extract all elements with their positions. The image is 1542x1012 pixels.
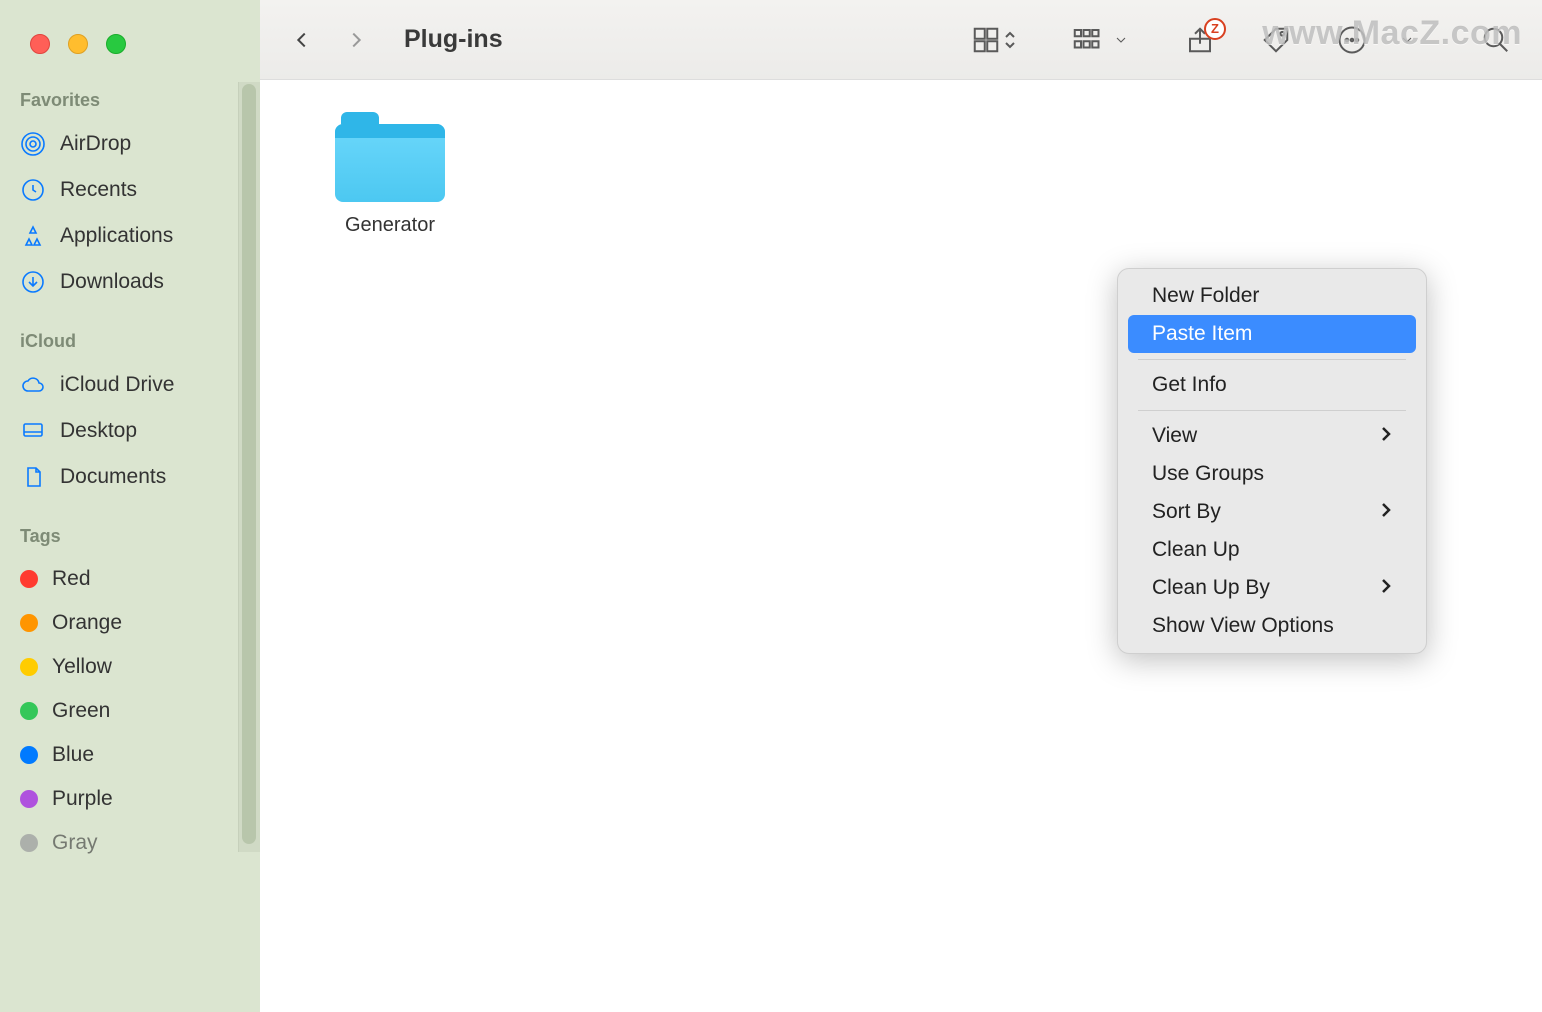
menu-new-folder[interactable]: New Folder	[1128, 277, 1416, 315]
sidebar-section-tags-header: Tags	[0, 500, 260, 557]
sidebar-item-airdrop[interactable]: AirDrop	[0, 121, 260, 167]
group-icon	[1064, 20, 1108, 60]
sidebar-item-downloads[interactable]: Downloads	[0, 259, 260, 305]
tag-dot-icon	[20, 746, 38, 764]
menu-item-label: View	[1152, 424, 1197, 448]
sidebar-tag-yellow[interactable]: Yellow	[0, 645, 260, 689]
chevron-right-icon	[1380, 576, 1392, 600]
tag-dot-icon	[20, 658, 38, 676]
sidebar-tag-red[interactable]: Red	[0, 557, 260, 601]
menu-use-groups[interactable]: Use Groups	[1128, 455, 1416, 493]
desktop-icon	[20, 418, 46, 444]
airdrop-icon	[20, 131, 46, 157]
sidebar-section-favorites-header: Favorites	[0, 84, 260, 121]
sidebar-item-label: Orange	[52, 611, 122, 635]
grid-view-icon	[964, 20, 1008, 60]
chevron-down-icon	[1398, 20, 1416, 60]
menu-item-label: Show View Options	[1152, 614, 1334, 638]
view-mode-icon-grid[interactable]	[964, 20, 1016, 60]
sidebar-item-applications[interactable]: Applications	[0, 213, 260, 259]
menu-item-label: Clean Up	[1152, 538, 1240, 562]
context-menu: New Folder Paste Item Get Info View Use …	[1117, 268, 1427, 654]
sidebar-item-label: Applications	[60, 224, 173, 248]
menu-sort-by[interactable]: Sort By	[1128, 493, 1416, 531]
sidebar-item-label: Blue	[52, 743, 94, 767]
sidebar-item-label: Red	[52, 567, 91, 591]
sidebar-item-label: Downloads	[60, 270, 164, 294]
forward-button[interactable]	[338, 20, 374, 60]
menu-item-label: Sort By	[1152, 500, 1221, 524]
sidebar-scrollbar[interactable]	[238, 82, 260, 852]
sidebar-item-label: Documents	[60, 465, 166, 489]
downloads-icon	[20, 269, 46, 295]
chevron-down-icon	[1112, 20, 1130, 60]
menu-separator	[1138, 410, 1406, 411]
sidebar-item-documents[interactable]: Documents	[0, 454, 260, 500]
sidebar-scroll-thumb[interactable]	[242, 84, 256, 844]
action-button[interactable]	[1330, 20, 1374, 60]
menu-clean-up-by[interactable]: Clean Up By	[1128, 569, 1416, 607]
tag-dot-icon	[20, 614, 38, 632]
sidebar-tag-orange[interactable]: Orange	[0, 601, 260, 645]
content-area[interactable]: Generator New Folder Paste Item Get Info…	[260, 80, 1542, 1012]
tag-button[interactable]	[1254, 20, 1298, 60]
sidebar-item-label: Green	[52, 699, 110, 723]
menu-item-label: Use Groups	[1152, 462, 1264, 486]
sidebar-tag-blue[interactable]: Blue	[0, 733, 260, 777]
window-title: Plug-ins	[404, 25, 503, 54]
applications-icon	[20, 223, 46, 249]
sidebar-item-label: Gray	[52, 831, 98, 855]
menu-view[interactable]: View	[1128, 417, 1416, 455]
sidebar: Favorites AirDrop Recents Applications D…	[0, 0, 260, 1012]
clock-icon	[20, 177, 46, 203]
tag-dot-icon	[20, 834, 38, 852]
cloud-icon	[20, 372, 46, 398]
menu-item-label: Paste Item	[1152, 322, 1252, 346]
document-icon	[20, 464, 46, 490]
tag-dot-icon	[20, 790, 38, 808]
menu-separator	[1138, 359, 1406, 360]
menu-show-view-options[interactable]: Show View Options	[1128, 607, 1416, 645]
group-by-button[interactable]	[1064, 20, 1130, 60]
toolbar: Plug-ins Z	[260, 0, 1542, 80]
folder-icon	[335, 112, 445, 204]
sidebar-item-label: Yellow	[52, 655, 112, 679]
chevron-right-icon	[1380, 424, 1392, 448]
sidebar-item-label: Desktop	[60, 419, 137, 443]
sidebar-item-recents[interactable]: Recents	[0, 167, 260, 213]
menu-item-label: Get Info	[1152, 373, 1227, 397]
close-window-button[interactable]	[30, 34, 50, 54]
sidebar-tag-green[interactable]: Green	[0, 689, 260, 733]
menu-item-label: Clean Up By	[1152, 576, 1270, 600]
chevron-right-icon	[1380, 500, 1392, 524]
back-button[interactable]	[284, 20, 320, 60]
share-badge: Z	[1204, 18, 1226, 40]
sidebar-item-label: AirDrop	[60, 132, 131, 156]
share-button[interactable]: Z	[1178, 20, 1222, 60]
window-controls	[0, 20, 260, 84]
minimize-window-button[interactable]	[68, 34, 88, 54]
fullscreen-window-button[interactable]	[106, 34, 126, 54]
menu-clean-up[interactable]: Clean Up	[1128, 531, 1416, 569]
sidebar-item-label: Recents	[60, 178, 137, 202]
sidebar-item-label: iCloud Drive	[60, 373, 174, 397]
menu-get-info[interactable]: Get Info	[1128, 366, 1416, 404]
sidebar-item-label: Purple	[52, 787, 113, 811]
sidebar-item-desktop[interactable]: Desktop	[0, 408, 260, 454]
folder-item-generator[interactable]: Generator	[320, 112, 460, 237]
sidebar-section-icloud-header: iCloud	[0, 305, 260, 362]
folder-label: Generator	[320, 214, 460, 237]
search-button[interactable]	[1474, 20, 1518, 60]
sidebar-tag-gray[interactable]: Gray	[0, 821, 260, 865]
tag-dot-icon	[20, 702, 38, 720]
sidebar-item-icloud-drive[interactable]: iCloud Drive	[0, 362, 260, 408]
menu-paste-item[interactable]: Paste Item	[1128, 315, 1416, 353]
sidebar-tag-purple[interactable]: Purple	[0, 777, 260, 821]
tag-dot-icon	[20, 570, 38, 588]
menu-item-label: New Folder	[1152, 284, 1259, 308]
